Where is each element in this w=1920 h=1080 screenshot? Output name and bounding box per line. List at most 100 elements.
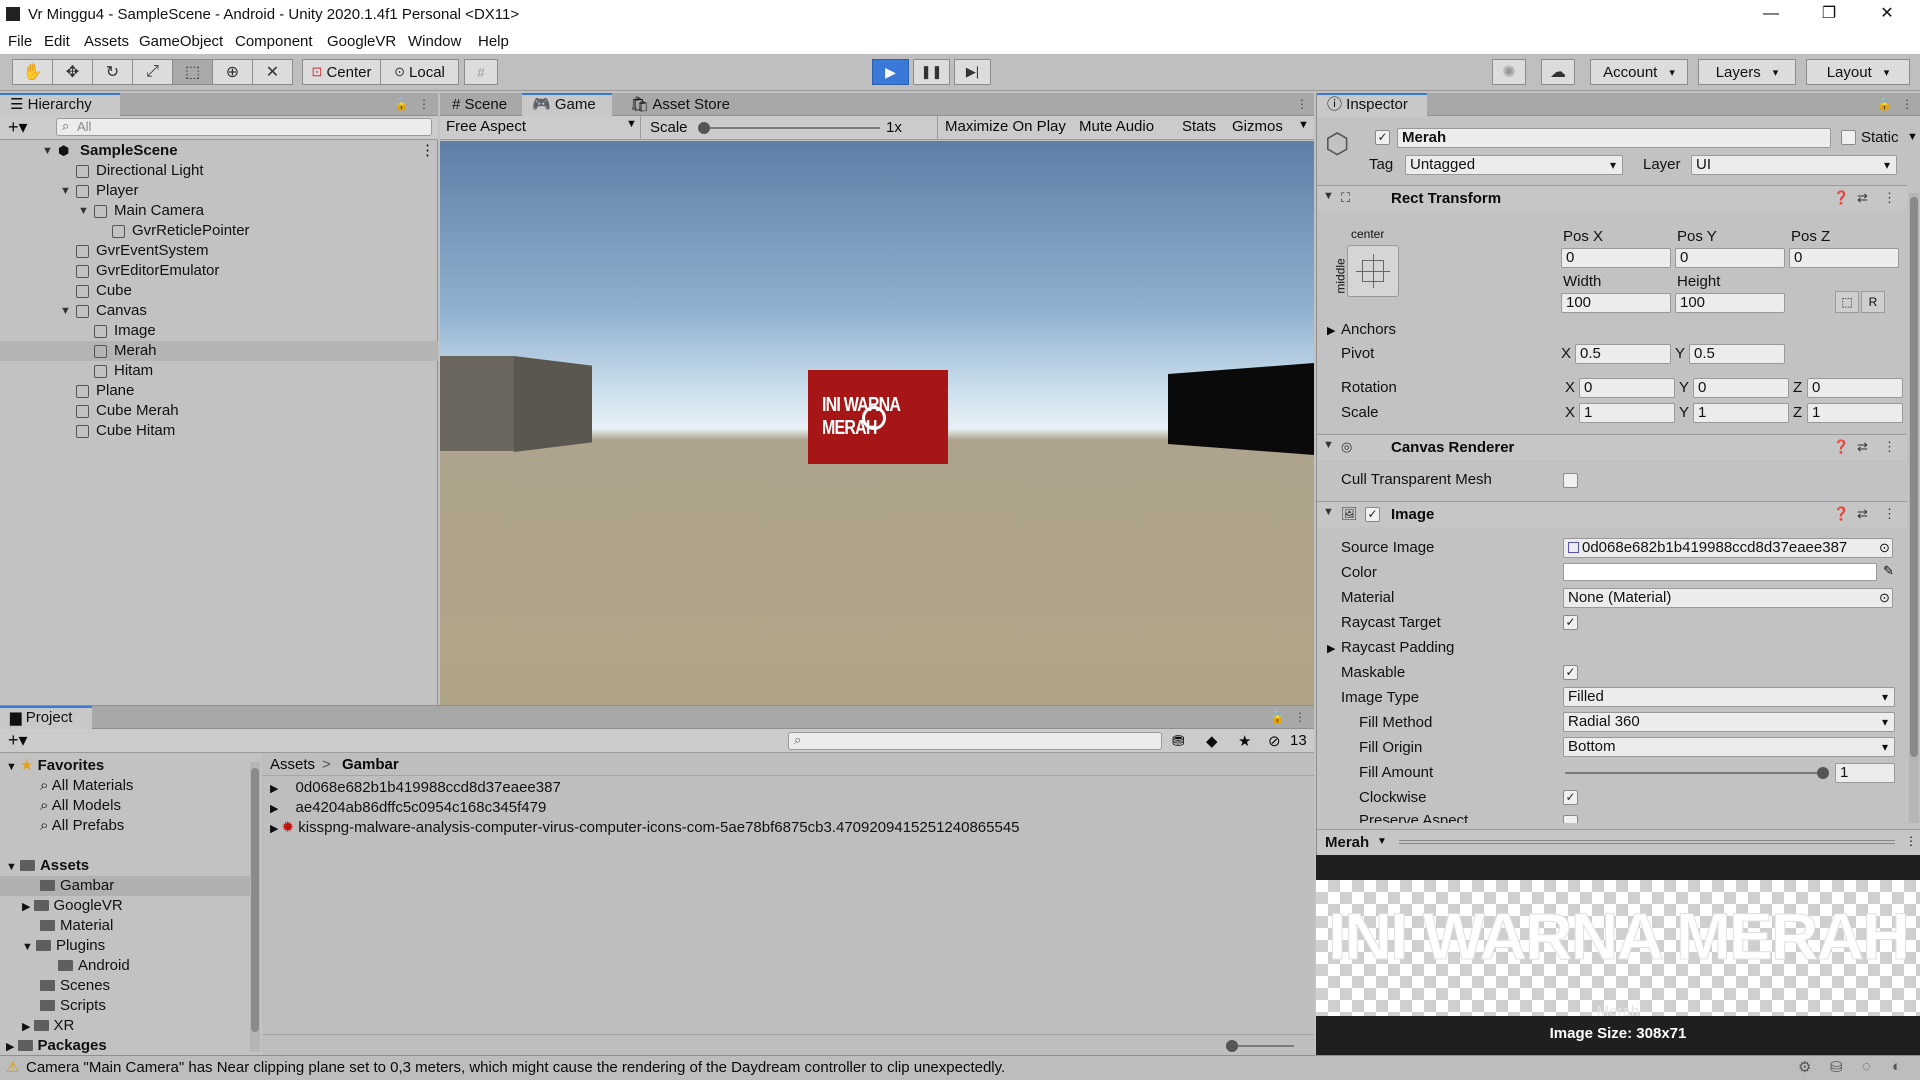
menu-file[interactable]: File (8, 33, 32, 50)
presets-icon[interactable]: ⇄ (1857, 190, 1868, 206)
hierarchy-item[interactable]: Image (0, 321, 438, 341)
expand-arrow-icon[interactable]: ▶ (6, 1041, 18, 1053)
snap-button[interactable]: # (464, 59, 498, 85)
tab-hierarchy[interactable]: ☰ Hierarchy (0, 93, 120, 117)
preview-header[interactable]: Merah ▼ ⋮ (1317, 829, 1920, 855)
preview-dropdown-icon[interactable]: ▼ (1377, 836, 1387, 847)
tab-project[interactable]: ▆ Project (0, 706, 92, 730)
expand-arrow-icon[interactable]: ▼ (42, 141, 53, 161)
stats-button[interactable]: Stats (1182, 118, 1216, 135)
color-swatch[interactable] (1563, 563, 1877, 581)
menu-help[interactable]: Help (478, 33, 509, 50)
transform-tool-button[interactable]: ⊕ (212, 59, 253, 85)
pivot-y-field[interactable]: 0.5 (1689, 344, 1785, 364)
component-menu-icon[interactable]: ⋮ (1883, 190, 1896, 206)
expand-arrow-icon[interactable]: ▼ (6, 761, 20, 773)
pos-y-field[interactable]: 0 (1675, 248, 1785, 268)
game-viewport[interactable]: INI WARNA MERAH (440, 141, 1314, 705)
image-enabled-checkbox[interactable]: ✓ (1365, 507, 1380, 522)
hidden-packages-icon[interactable]: ⊘ (1268, 732, 1281, 750)
tab-asset-store[interactable]: 🛍 Asset Store (620, 95, 740, 116)
tab-scene[interactable]: # Scene (442, 95, 517, 116)
tree-scrollbar-thumb[interactable] (251, 768, 259, 1032)
fill-origin-dropdown[interactable]: Bottom (1563, 737, 1895, 757)
progress-icon[interactable]: ◌ (1862, 1058, 1871, 1075)
static-dropdown-icon[interactable]: ▼ (1907, 131, 1918, 143)
pivot-mode-button[interactable]: ⊡ Center (302, 59, 381, 85)
cloud-button[interactable]: ☁ (1541, 59, 1575, 85)
hierarchy-item-selected[interactable]: Merah (0, 341, 438, 361)
image-type-dropdown[interactable]: Filled (1563, 687, 1895, 707)
hierarchy-item[interactable]: Cube Hitam (0, 421, 438, 441)
breadcrumb-assets[interactable]: Assets (270, 756, 315, 773)
expand-arrow-icon[interactable]: ▼ (60, 301, 71, 321)
expand-arrow-icon[interactable]: ▶ (270, 783, 282, 795)
assets-root-row[interactable]: ▼ Assets (6, 856, 89, 876)
help-icon[interactable]: ❓ (1833, 506, 1849, 522)
minimize-button[interactable]: — (1742, 0, 1800, 30)
collab-button[interactable]: ✺ (1492, 59, 1526, 85)
hierarchy-item[interactable]: ▼ Canvas (0, 301, 438, 321)
hierarchy-item[interactable]: GvrReticlePointer (0, 221, 438, 241)
hierarchy-item[interactable]: GvrEditorEmulator (0, 261, 438, 281)
aspect-dropdown-arrow-icon[interactable]: ▼ (626, 118, 637, 130)
rotate-tool-button[interactable]: ↻ (92, 59, 133, 85)
object-picker-icon[interactable]: ⊙ (1879, 540, 1890, 556)
raw-edit-button[interactable]: R (1861, 291, 1885, 313)
favorite-item[interactable]: ⌕ All Models (40, 796, 121, 816)
preview-resize-handle[interactable] (1399, 840, 1895, 844)
create-icon[interactable]: +▾ (8, 730, 28, 751)
canvas-renderer-header[interactable]: ▼ ◎ Canvas Renderer ❓ ⇄ ⋮ (1317, 434, 1907, 460)
expand-arrow-icon[interactable]: ▶ (1327, 642, 1335, 655)
tag-dropdown[interactable]: Untagged (1405, 155, 1623, 175)
panel-menu-icon[interactable]: ⋮ (1294, 710, 1306, 724)
hierarchy-item[interactable]: Cube Merah (0, 401, 438, 421)
gizmos-dropdown-icon[interactable]: ▼ (1298, 119, 1309, 131)
active-checkbox[interactable]: ✓ (1375, 130, 1390, 145)
rot-z-field[interactable]: 0 (1807, 378, 1903, 398)
collapse-arrow-icon[interactable]: ▼ (1323, 439, 1334, 451)
presets-icon[interactable]: ⇄ (1857, 439, 1868, 455)
scale-slider-handle[interactable] (698, 122, 710, 134)
rect-tool-button[interactable]: ⬚ (172, 59, 213, 85)
tab-game[interactable]: 🎮 Game (522, 93, 612, 117)
rot-x-field[interactable]: 0 (1579, 378, 1675, 398)
scene-row[interactable]: ▼ ⬢ SampleScene ⋮ (0, 141, 438, 161)
rot-y-field[interactable]: 0 (1693, 378, 1789, 398)
cull-checkbox[interactable] (1563, 473, 1578, 488)
hierarchy-item[interactable]: GvrEventSystem (0, 241, 438, 261)
raycast-target-checkbox[interactable]: ✓ (1563, 615, 1578, 630)
expand-arrow-icon[interactable]: ▶ (22, 1021, 34, 1033)
scale-y-field[interactable]: 1 (1693, 403, 1789, 423)
panel-menu-icon[interactable]: ⋮ (418, 97, 430, 111)
collapse-arrow-icon[interactable]: ▼ (1323, 506, 1334, 518)
presets-icon[interactable]: ⇄ (1857, 506, 1868, 522)
folder-row[interactable]: Android (58, 956, 130, 976)
expand-arrow-icon[interactable]: ▶ (1327, 324, 1335, 337)
menu-googlevr[interactable]: GoogleVR (327, 33, 396, 50)
icon-size-slider-handle[interactable] (1226, 1040, 1238, 1052)
scale-z-field[interactable]: 1 (1807, 403, 1903, 423)
packages-row[interactable]: ▶ Packages (6, 1036, 107, 1056)
maskable-checkbox[interactable]: ✓ (1563, 665, 1578, 680)
width-field[interactable]: 100 (1561, 293, 1671, 313)
help-icon[interactable]: ❓ (1833, 190, 1849, 206)
fill-amount-slider[interactable] (1565, 772, 1825, 774)
source-image-field[interactable]: 0d068e682b1b419988ccd8d37eaee387 (1563, 538, 1893, 558)
expand-arrow-icon[interactable]: ▼ (6, 861, 20, 873)
help-icon[interactable]: ❓ (1833, 439, 1849, 455)
menu-component[interactable]: Component (235, 33, 313, 50)
panel-menu-icon[interactable]: ⋮ (1901, 97, 1913, 111)
tab-inspector[interactable]: ⓘ Inspector (1317, 93, 1427, 117)
folder-row[interactable]: Scripts (40, 996, 106, 1016)
move-tool-button[interactable]: ✥ (52, 59, 93, 85)
scale-tool-button[interactable]: ⤢ (132, 59, 173, 85)
expand-arrow-icon[interactable]: ▼ (78, 201, 89, 221)
file-row[interactable]: ▶ ✹ kisspng-malware-analysis-computer-vi… (270, 818, 1020, 838)
account-dropdown[interactable]: Account (1590, 59, 1688, 85)
material-field[interactable]: None (Material) (1563, 588, 1893, 608)
folder-row[interactable]: ▶ GoogleVR (22, 896, 123, 916)
breadcrumb-gambar[interactable]: Gambar (342, 756, 399, 773)
pivot-x-field[interactable]: 0.5 (1575, 344, 1671, 364)
pos-z-field[interactable]: 0 (1789, 248, 1899, 268)
